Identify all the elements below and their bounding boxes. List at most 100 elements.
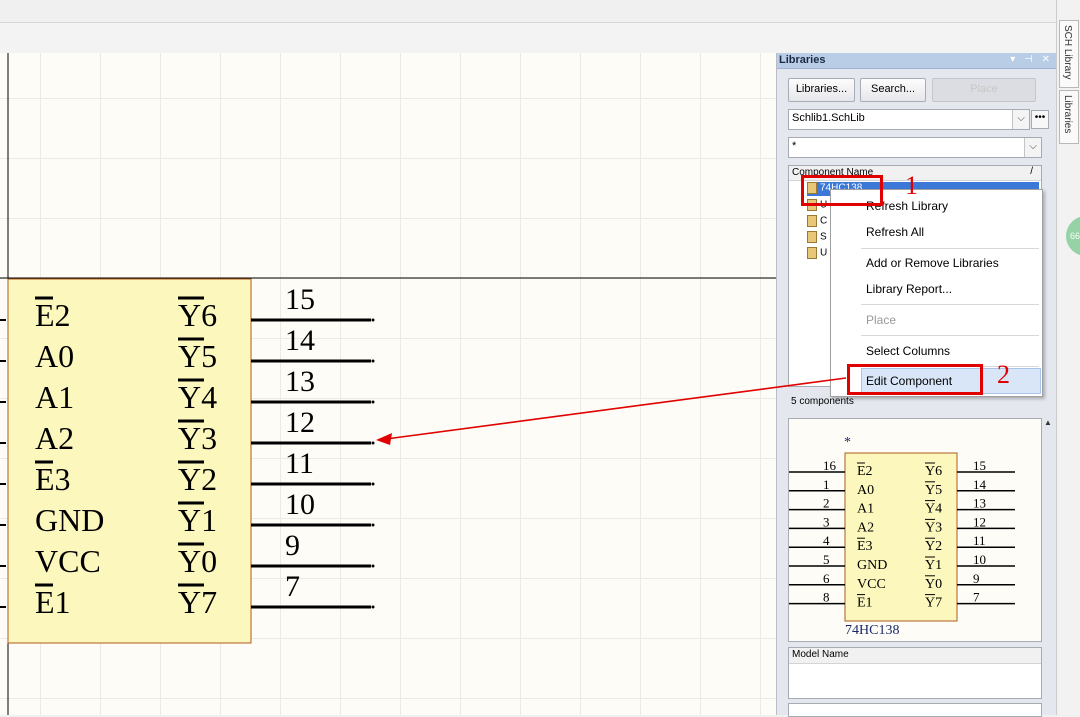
library-select[interactable]: Schlib1.SchLib ⌵	[788, 109, 1030, 130]
pin-label: Y5	[178, 338, 217, 374]
pin-label: GND	[35, 502, 104, 538]
libraries-button[interactable]: Libraries...	[788, 78, 855, 102]
list-item-label: U	[820, 247, 828, 259]
menu-item-refresh-all[interactable]: Refresh All	[866, 225, 924, 239]
list-item-label: C	[820, 215, 828, 227]
schematic-drawing: E2 Y6 15 A0 Y5 14 A1 Y4 13 A2 Y3 12 E3 Y2 11 GND Y1 10 VCC…	[0, 53, 776, 715]
pin-icon[interactable]: ⊣	[1024, 54, 1036, 65]
pin-label: Y0	[178, 543, 217, 579]
window-top-strip	[0, 0, 1056, 22]
pin-end	[371, 359, 375, 363]
list-item[interactable]: S	[807, 231, 827, 245]
preview-pin-number: 4	[823, 533, 830, 548]
close-icon[interactable]: ✕	[1042, 54, 1053, 65]
preview-pin-number: 13	[973, 496, 986, 511]
sort-indicator: /	[1030, 166, 1033, 177]
preview-pin-number: 7	[973, 590, 980, 605]
preview-pin-number: 6	[823, 571, 830, 586]
preview-pin-label: E1	[857, 596, 873, 611]
tab-libraries[interactable]: Libraries	[1059, 90, 1079, 144]
component-count: 5 components	[791, 396, 854, 407]
filter-value: *	[792, 140, 797, 152]
pin-label: VCC	[35, 543, 101, 579]
preview-pin-label: Y0	[925, 577, 942, 592]
pin-label: Y2	[178, 461, 217, 497]
menu-item-select-columns[interactable]: Select Columns	[866, 344, 950, 358]
preview-pin-number: 12	[973, 514, 986, 529]
pin-number: 14	[285, 324, 315, 357]
menu-separator	[861, 248, 1039, 249]
pin-number: 11	[285, 447, 314, 480]
annotation-label-1: 1	[905, 171, 918, 200]
menu-item-place[interactable]: Place	[866, 313, 896, 327]
filter-input[interactable]: * ⌵	[788, 137, 1042, 158]
model-list[interactable]: Model Name	[788, 647, 1042, 699]
chevron-down-icon[interactable]: ⌵	[1012, 110, 1029, 129]
component-preview: * 16 E2 Y6 15 1 A0 Y5 14 2 A1 Y4 13 3 A2 Y3 12 4 E3 Y2 11 5 GN…	[788, 418, 1042, 642]
pin-end	[371, 441, 375, 445]
menu-item-library-report[interactable]: Library Report...	[866, 282, 952, 296]
panel-title-bar: Libraries ▾ ⊣ ✕	[777, 53, 1057, 69]
list-item-label: S	[820, 231, 827, 243]
preview-pin-number: 9	[973, 571, 980, 586]
pin-label: A2	[35, 420, 74, 456]
preview-pin-number: 5	[823, 552, 830, 567]
library-select-value: Schlib1.SchLib	[792, 112, 865, 124]
preview-pin-label: Y7	[925, 596, 942, 611]
preview-part-name: 74HC138	[845, 623, 899, 638]
preview-pin-number: 15	[973, 458, 986, 473]
panel-title: Libraries	[779, 54, 826, 66]
place-button[interactable]: Place	[932, 78, 1036, 102]
preview-pin-number: 16	[823, 458, 837, 473]
model-header[interactable]: Model Name	[789, 648, 1041, 664]
preview-scrollbar[interactable]: ▲	[1043, 418, 1053, 715]
pin-label: Y3	[178, 420, 217, 456]
preview-pin-label: Y2	[925, 539, 942, 554]
preview-pin-number: 1	[823, 477, 830, 492]
preview-pin-label: Y5	[925, 483, 942, 498]
preview-pin-label: A1	[857, 502, 874, 517]
pin-end	[371, 605, 375, 609]
preview-pin-number: 2	[823, 496, 830, 511]
preview-pin-label: Y6	[925, 464, 942, 479]
more-options-button[interactable]: •••	[1031, 110, 1049, 129]
chevron-down-icon[interactable]: ⌵	[1024, 138, 1041, 157]
pin-number: 10	[285, 488, 315, 521]
menu-separator	[861, 335, 1039, 336]
pin-end	[371, 400, 375, 404]
preview-pin-number: 10	[973, 552, 986, 567]
scroll-up-icon[interactable]: ▲	[1043, 418, 1053, 427]
menu-separator	[861, 304, 1039, 305]
component-icon	[807, 247, 817, 259]
pin-number: 7	[285, 570, 300, 603]
component-icon	[807, 231, 817, 243]
preview-pin-number: 3	[823, 514, 830, 529]
preview-pin-label: E2	[857, 464, 873, 479]
preview-marker: *	[844, 435, 851, 450]
model-name-column[interactable]: Model Name	[792, 649, 849, 660]
pin-label: Y7	[178, 584, 217, 620]
schematic-canvas[interactable]: E2 Y6 15 A0 Y5 14 A1 Y4 13 A2 Y3 12 E3 Y2 11 GND Y1 10 VCC…	[0, 53, 776, 715]
preview-pin-label: A0	[857, 483, 874, 498]
pin-number: 15	[285, 283, 315, 316]
dropdown-icon[interactable]: ▾	[1010, 54, 1018, 65]
list-item[interactable]: C	[807, 215, 827, 229]
search-button[interactable]: Search...	[860, 78, 926, 102]
preview-pin-label: Y3	[925, 520, 942, 535]
tab-label: SCH Library	[1062, 25, 1073, 80]
tab-sch-library[interactable]: SCH Library	[1059, 20, 1079, 88]
side-tab-strip: SCH Library Libraries	[1056, 0, 1080, 715]
preview-pin-label: GND	[857, 558, 887, 573]
pin-label: A1	[35, 379, 74, 415]
pin-label: E1	[35, 584, 71, 620]
menu-item-add-remove-libraries[interactable]: Add or Remove Libraries	[866, 256, 999, 270]
tab-label: Libraries	[1062, 95, 1073, 134]
preview-pin-label: A2	[857, 520, 874, 535]
preview-pin-label: E3	[857, 539, 873, 554]
pin-end	[371, 564, 375, 568]
pin-end	[371, 482, 375, 486]
pin-number: 13	[285, 365, 315, 398]
pin-label: A0	[35, 338, 74, 374]
list-item[interactable]: U	[807, 247, 827, 261]
pin-number: 9	[285, 529, 300, 562]
